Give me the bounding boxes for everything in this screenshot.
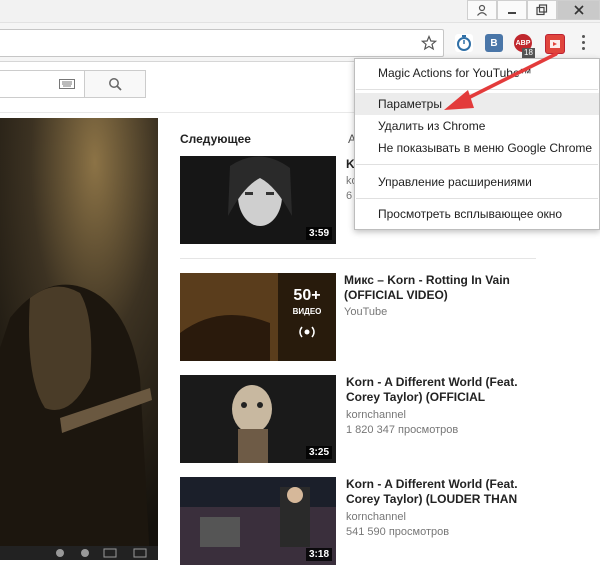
- concert-video-frame: [0, 118, 158, 560]
- close-icon: [573, 5, 584, 15]
- menu-item-hide-in-menu[interactable]: Не показывать в меню Google Chrome: [355, 137, 599, 159]
- restore-button[interactable]: [527, 0, 557, 20]
- video-views: 1 820 347 просмотров: [346, 424, 459, 436]
- user-icon: [477, 4, 487, 16]
- address-bar[interactable]: [0, 29, 444, 57]
- broadcast-icon: [299, 326, 315, 338]
- video-player[interactable]: [0, 118, 158, 560]
- menu-separator: [356, 198, 598, 199]
- video-duration: 3:25: [305, 446, 332, 459]
- video-views: 541 590 просмотров: [346, 526, 450, 538]
- mix-count: 50+: [293, 287, 321, 304]
- window-title-bar: [0, 0, 600, 23]
- divider: [180, 258, 536, 259]
- close-button[interactable]: [557, 0, 600, 20]
- minimize-icon: [508, 12, 516, 14]
- video-channel: YouTube: [344, 306, 388, 318]
- video-duration: 3:59: [305, 227, 332, 240]
- video-views: 6: [346, 190, 353, 202]
- up-next-heading: Следующее: [180, 132, 251, 146]
- search-icon: [109, 78, 122, 91]
- user-profile-button[interactable]: [467, 0, 497, 20]
- minimize-button[interactable]: [497, 0, 527, 20]
- video-title[interactable]: Korn - A Different World (Feat. Corey Ta…: [346, 477, 536, 507]
- menu-item-inspect-popup[interactable]: Просмотреть всплывающее окно: [355, 203, 599, 225]
- mix-thumbnail[interactable]: 50+ ВИДЕО: [180, 273, 336, 361]
- annotation-arrow: [444, 52, 558, 110]
- video-channel: kornchannel: [346, 511, 406, 523]
- video-thumbnail[interactable]: 3:25: [180, 375, 336, 463]
- video-channel: kornchannel: [346, 409, 406, 421]
- video-thumbnail[interactable]: 3:59: [180, 156, 336, 244]
- chrome-menu-button[interactable]: [576, 32, 590, 52]
- menu-item-manage-extensions[interactable]: Управление расширениями: [355, 171, 599, 193]
- mix-label: ВИДЕО: [292, 307, 322, 316]
- video-duration: 3:18: [305, 548, 332, 561]
- search-button[interactable]: [84, 70, 146, 98]
- menu-separator: [356, 164, 598, 165]
- video-title[interactable]: Korn - A Different World (Feat. Corey Ta…: [346, 375, 536, 405]
- keyboard-icon[interactable]: [59, 79, 75, 89]
- restore-icon: [536, 4, 548, 16]
- video-title[interactable]: Микс – Korn - Rotting In Vain (OFFICIAL …: [344, 273, 534, 303]
- video-thumbnail[interactable]: 3:18: [180, 477, 336, 565]
